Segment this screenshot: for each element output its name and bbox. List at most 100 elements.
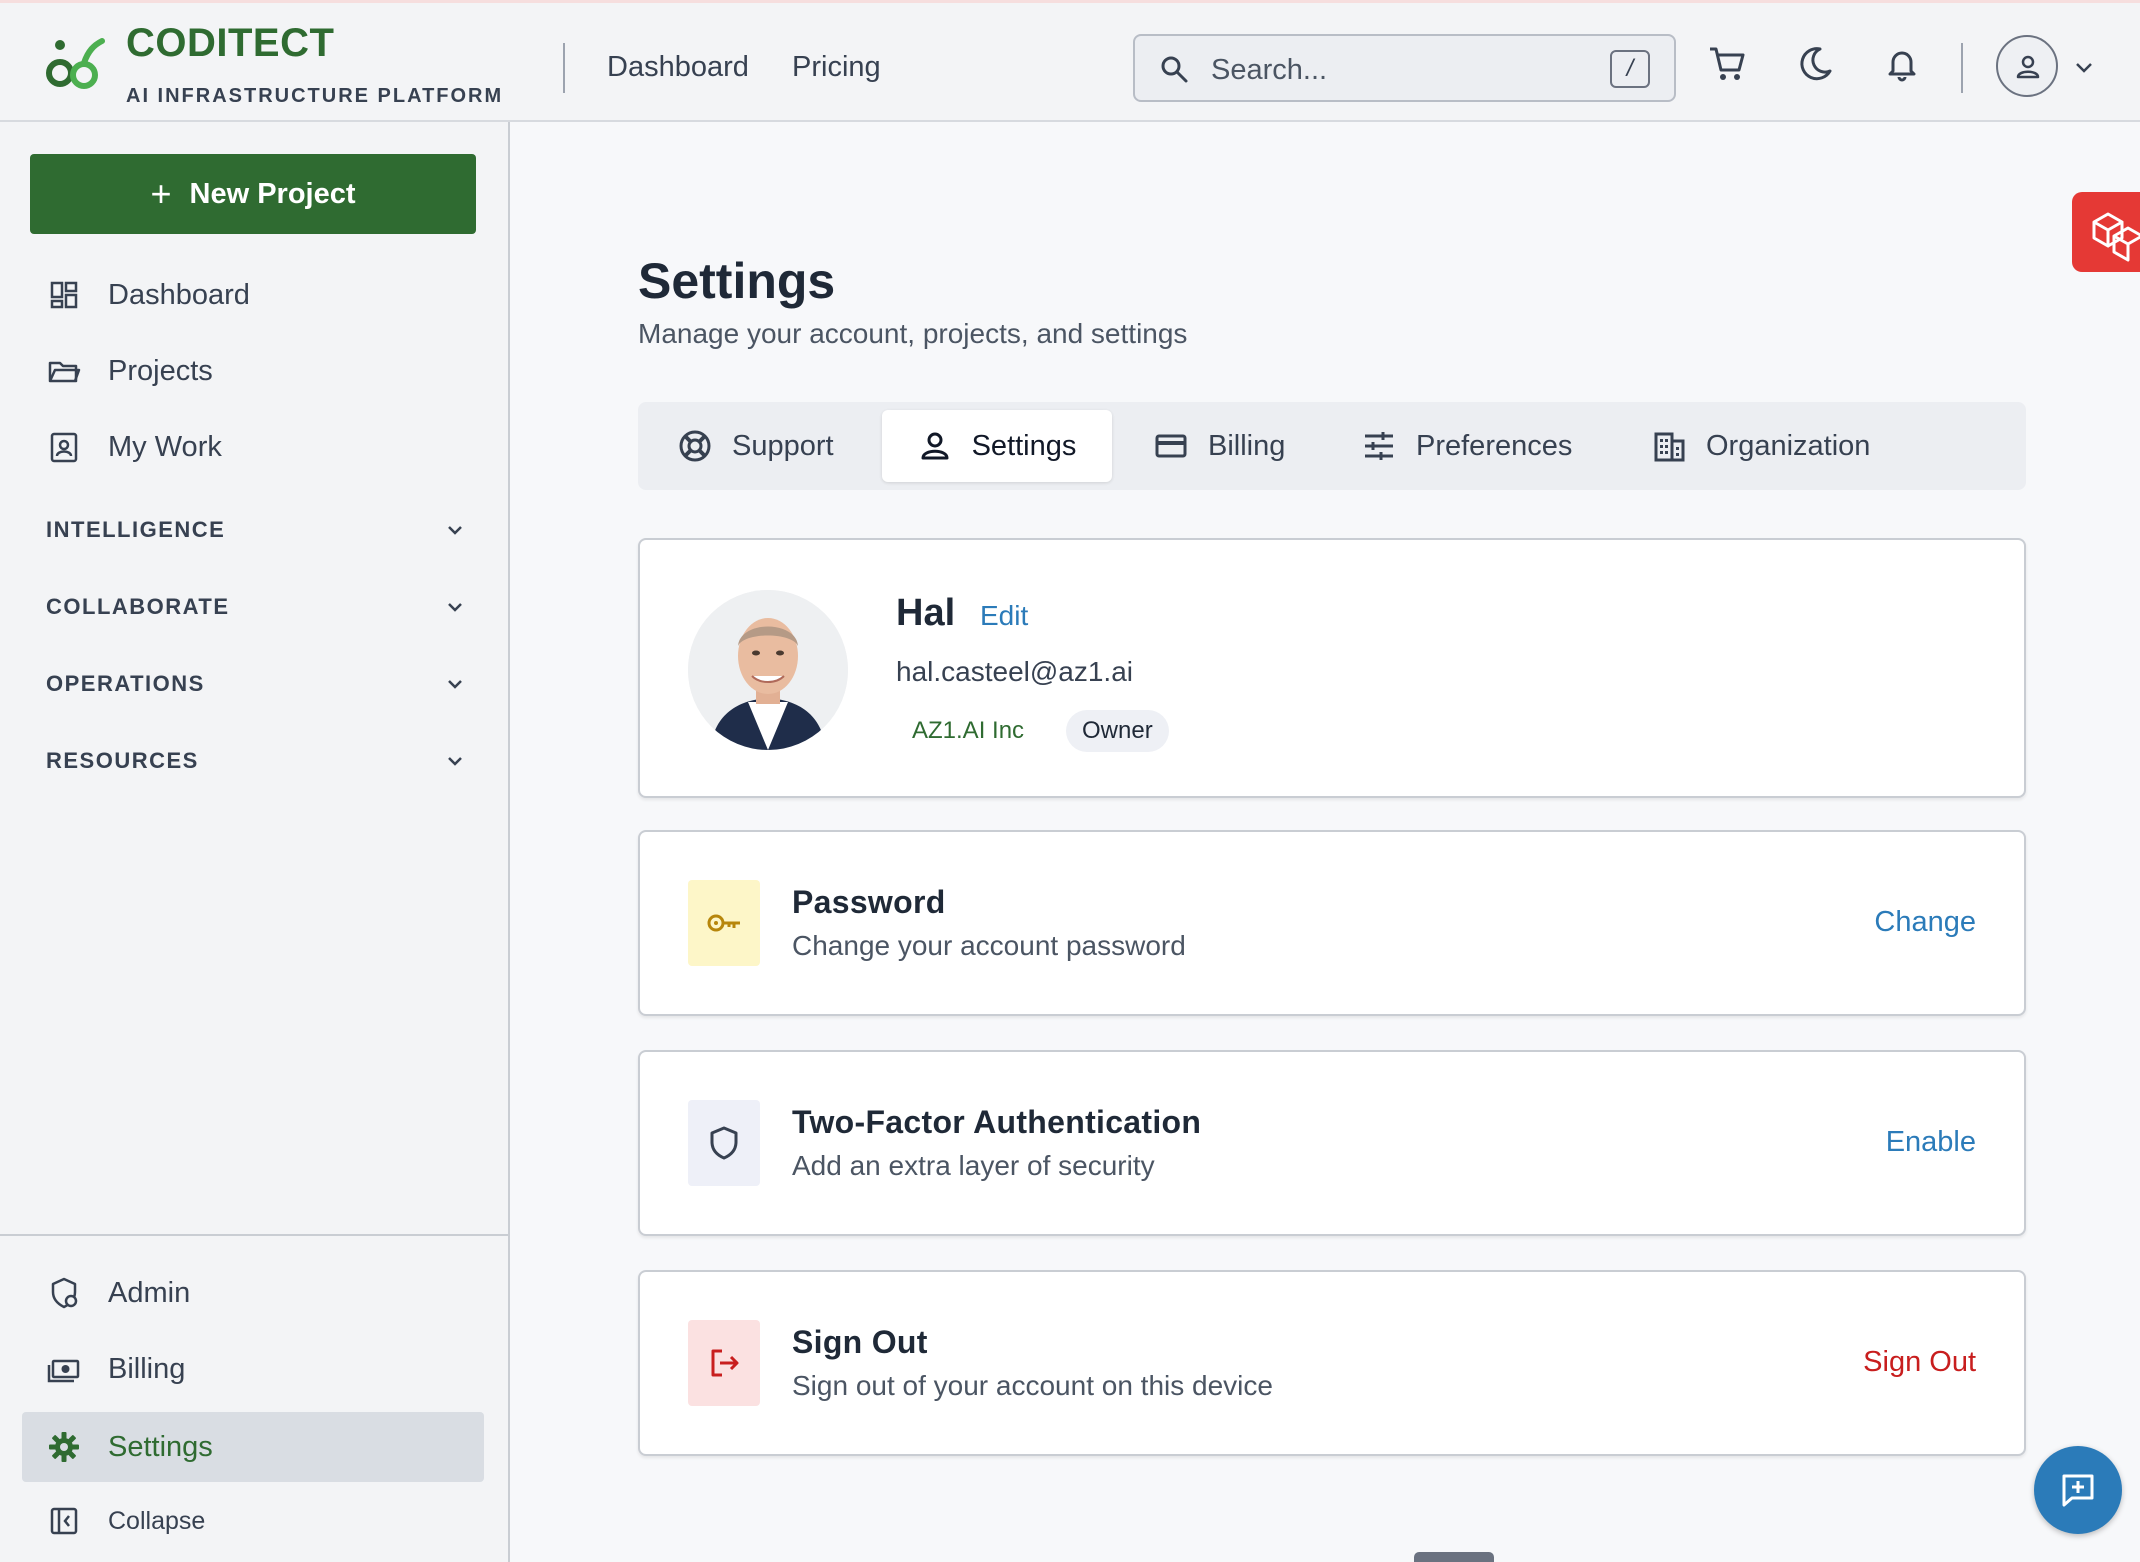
- header-divider: [1961, 43, 1963, 93]
- organization-badge: AZ1.AI Inc: [912, 717, 1025, 744]
- sign-out-card: Sign Out Sign out of your account on thi…: [638, 1270, 2026, 1456]
- tab-label: Support: [732, 429, 834, 462]
- section-intelligence[interactable]: INTELLIGENCE: [46, 510, 466, 550]
- tab-label: Preferences: [1416, 429, 1573, 462]
- section-label: RESOURCES: [46, 748, 199, 773]
- shield-icon: [688, 1100, 760, 1186]
- folder-icon: [48, 361, 81, 383]
- row-title: Sign Out: [792, 1324, 928, 1360]
- search-placeholder: Search...: [1211, 54, 1328, 86]
- sidebar-item-admin[interactable]: Admin: [22, 1258, 484, 1328]
- chevron-down-icon: [448, 757, 462, 766]
- collapse-icon: [50, 1507, 78, 1535]
- section-label: INTELLIGENCE: [46, 517, 226, 542]
- profile-card: Hal Edit hal.casteel@az1.ai AZ1.AI Inc O…: [638, 538, 2026, 798]
- header-divider: [563, 43, 565, 93]
- sidebar-item-settings[interactable]: Settings: [22, 1412, 484, 1482]
- sidebar-item-dashboard[interactable]: Dashboard: [22, 260, 484, 330]
- page-subtitle: Manage your account, projects, and setti…: [638, 318, 1188, 349]
- tab-settings[interactable]: Settings: [882, 410, 1112, 482]
- sign-out-button[interactable]: Sign Out: [1863, 1346, 1976, 1379]
- section-label: OPERATIONS: [46, 671, 205, 696]
- money-icon: [47, 1359, 80, 1383]
- sidebar-item-label: Collapse: [108, 1506, 206, 1535]
- brand-name[interactable]: CODITECT: [126, 21, 334, 66]
- role-badge: Owner: [1066, 710, 1169, 752]
- chevron-down-icon[interactable]: [2072, 55, 2096, 79]
- nav-link-dashboard[interactable]: Dashboard: [607, 51, 749, 84]
- row-title: Two-Factor Authentication: [792, 1104, 1202, 1140]
- building-icon: [1654, 432, 1685, 462]
- section-resources[interactable]: RESOURCES: [46, 741, 466, 781]
- page-title: Settings: [638, 253, 836, 309]
- sidebar-item-label: Settings: [108, 1430, 213, 1463]
- row-description: Sign out of your account on this device: [792, 1370, 1273, 1401]
- enable-2fa-button[interactable]: Enable: [1886, 1126, 1976, 1159]
- section-label: COLLABORATE: [46, 594, 230, 619]
- sidebar-collapse-button[interactable]: Collapse: [22, 1486, 484, 1556]
- sidebar-item-label: Admin: [108, 1276, 191, 1309]
- sidebar-item-projects[interactable]: Projects: [22, 336, 484, 406]
- chat-plus-icon: [2062, 1474, 2094, 1507]
- credit-card-icon: [1155, 434, 1187, 458]
- plus-icon: +: [150, 173, 172, 214]
- tab-label: Organization: [1706, 429, 1871, 462]
- key-icon: [688, 880, 760, 966]
- nav-link-pricing[interactable]: Pricing: [792, 51, 881, 84]
- brand-tagline: AI INFRASTRUCTURE PLATFORM: [126, 85, 504, 107]
- top-header: CODITECT AI INFRASTRUCTURE PLATFORM Dash…: [0, 0, 2140, 122]
- sidebar-item-label: Billing: [108, 1352, 186, 1385]
- id-badge-icon: [50, 432, 78, 463]
- sidebar: + New Project Dashboard Projects My Work…: [0, 122, 510, 1562]
- edit-profile-link[interactable]: Edit: [980, 600, 1028, 632]
- sidebar-item-my-work[interactable]: My Work: [22, 412, 484, 482]
- user-menu-button[interactable]: [1996, 35, 2058, 97]
- two-factor-card: Two-Factor Authentication Add an extra l…: [638, 1050, 2026, 1236]
- logout-icon: [688, 1320, 760, 1406]
- bell-icon[interactable]: [1881, 43, 1923, 85]
- tab-support[interactable]: Support: [678, 410, 834, 482]
- chevron-down-icon: [448, 680, 462, 689]
- user-icon: [921, 432, 949, 460]
- chevron-down-icon: [448, 603, 462, 612]
- new-project-label: New Project: [189, 177, 356, 210]
- admin-icon: [51, 1277, 78, 1309]
- dashboard-icon: [50, 281, 78, 309]
- sidebar-item-billing[interactable]: Billing: [22, 1334, 484, 1404]
- section-operations[interactable]: OPERATIONS: [46, 664, 466, 704]
- search-input[interactable]: Search... /: [1133, 34, 1676, 102]
- search-shortcut-key: /: [1610, 50, 1650, 88]
- profile-email: hal.casteel@az1.ai: [896, 656, 1134, 687]
- sidebar-divider: [0, 1234, 508, 1236]
- cart-icon[interactable]: [1706, 43, 1748, 85]
- chevron-down-icon: [448, 526, 462, 535]
- scrollbar-handle[interactable]: [1414, 1552, 1494, 1562]
- new-project-button[interactable]: + New Project: [30, 154, 476, 234]
- floating-side-tab[interactable]: [2072, 192, 2140, 272]
- logo-icon[interactable]: [46, 33, 112, 99]
- section-collaborate[interactable]: COLLABORATE: [46, 587, 466, 627]
- sliders-icon: [1365, 432, 1393, 460]
- profile-avatar: [688, 590, 848, 750]
- user-icon: [2016, 55, 2040, 79]
- change-password-button[interactable]: Change: [1874, 906, 1976, 939]
- sidebar-item-label: Dashboard: [108, 278, 250, 311]
- chat-button[interactable]: [2034, 1446, 2122, 1534]
- row-description: Add an extra layer of security: [792, 1150, 1155, 1181]
- tab-billing[interactable]: Billing: [1154, 410, 1285, 482]
- sidebar-item-label: Projects: [108, 354, 213, 387]
- profile-name: Hal: [896, 592, 956, 634]
- sidebar-item-label: My Work: [108, 430, 222, 463]
- tab-label: Settings: [971, 429, 1077, 462]
- search-icon: [1161, 56, 1188, 83]
- row-description: Change your account password: [792, 930, 1186, 961]
- settings-tabs: Support Settings Billing Preferences Org…: [638, 402, 2026, 490]
- password-card: Password Change your account password Ch…: [638, 830, 2026, 1016]
- tab-preferences[interactable]: Preferences: [1362, 410, 1572, 482]
- tab-label: Billing: [1208, 429, 1286, 462]
- cubes-icon: [2092, 212, 2140, 262]
- lifebuoy-icon: [679, 430, 711, 462]
- tab-organization[interactable]: Organization: [1652, 410, 1870, 482]
- moon-icon[interactable]: [1794, 43, 1836, 85]
- row-title: Password: [792, 884, 946, 920]
